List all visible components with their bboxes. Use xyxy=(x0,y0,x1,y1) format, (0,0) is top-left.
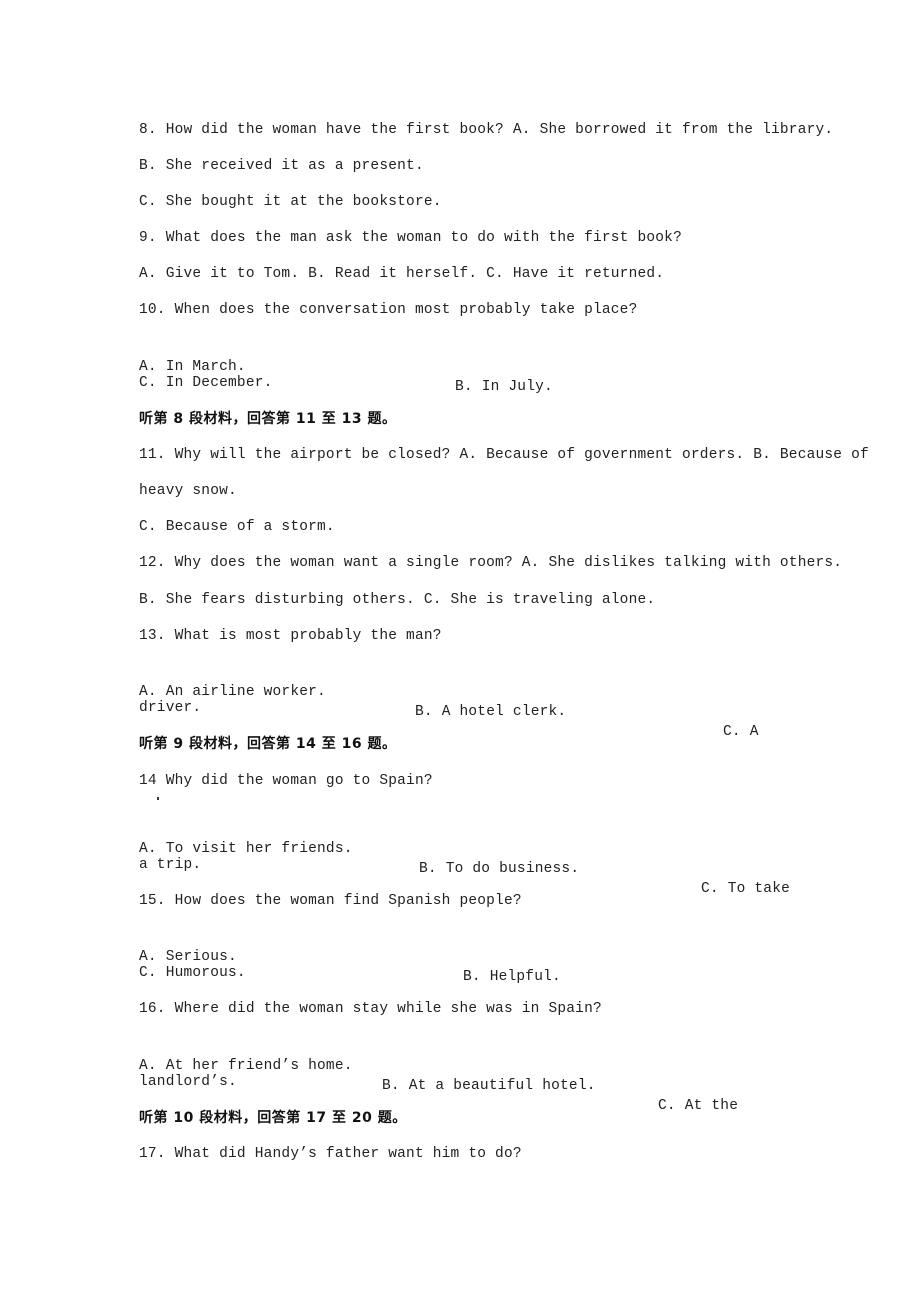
document-page: 8. How did the woman have the first book… xyxy=(0,0,920,1302)
question-15-option-c: C. Humorous. xyxy=(139,965,246,981)
question-14-option-c-continued: a trip. xyxy=(139,857,202,873)
question-13-stem: 13. What is most probably the man? xyxy=(139,628,442,644)
question-9-stem: 9. What does the man ask the woman to do… xyxy=(139,230,682,246)
question-10-option-c: C. In December. xyxy=(139,375,273,391)
question-13-option-c-continued: driver. xyxy=(139,700,202,716)
stray-mark xyxy=(157,797,159,800)
section-10-heading: 听第 10 段材料，回答第 17 至 20 题。 xyxy=(139,1110,407,1126)
question-16-option-c: C. At the xyxy=(658,1098,739,1114)
question-13-option-b: B. A hotel clerk. xyxy=(415,704,567,720)
question-15-stem: 15. How does the woman find Spanish peop… xyxy=(139,893,522,909)
question-16-stem: 16. Where did the woman stay while she w… xyxy=(139,1001,602,1017)
question-11-stem: 11. Why will the airport be closed? A. B… xyxy=(139,447,869,463)
question-8-stem: 8. How did the woman have the first book… xyxy=(139,122,834,138)
section-8-heading: 听第 8 段材料，回答第 11 至 13 题。 xyxy=(139,411,397,427)
question-10-stem: 10. When does the conversation most prob… xyxy=(139,302,638,318)
question-14-stem: 14 Why did the woman go to Spain? xyxy=(139,773,433,789)
question-11-stem-continued: heavy snow. xyxy=(139,483,237,499)
question-16-option-c-continued: landlord’s. xyxy=(139,1074,237,1090)
question-14-option-b: B. To do business. xyxy=(419,861,580,877)
question-17-stem: 17. What did Handy’s father want him to … xyxy=(139,1146,522,1162)
question-12-options: B. She fears disturbing others. C. She i… xyxy=(139,592,656,608)
question-14-option-c: C. To take xyxy=(701,881,791,897)
question-10-option-b: B. In July. xyxy=(455,379,553,395)
section-9-heading: 听第 9 段材料，回答第 14 至 16 题。 xyxy=(139,736,397,752)
question-11-option-c: C. Because of a storm. xyxy=(139,519,335,535)
question-9-options: A. Give it to Tom. B. Read it herself. C… xyxy=(139,266,665,282)
question-8-option-c: C. She bought it at the bookstore. xyxy=(139,194,442,210)
question-16-option-b: B. At a beautiful hotel. xyxy=(382,1078,596,1094)
question-13-option-c: C. A xyxy=(723,724,759,740)
question-15-option-b: B. Helpful. xyxy=(463,969,561,985)
question-8-option-b: B. She received it as a present. xyxy=(139,158,424,174)
question-12-stem: 12. Why does the woman want a single roo… xyxy=(139,555,843,571)
